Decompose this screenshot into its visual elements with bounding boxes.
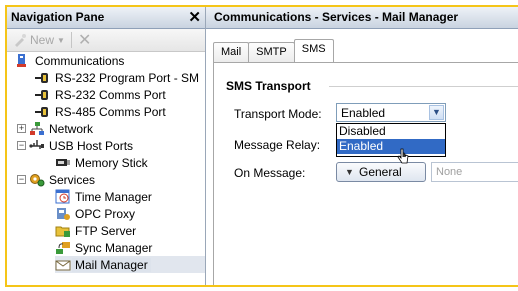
tree-item-memory-stick[interactable]: Memory Stick [55,154,148,171]
mouse-cursor-icon [397,148,409,164]
tree-item-network[interactable]: + Network [17,120,93,137]
general-button[interactable]: ▼ General [336,162,426,182]
sync-manager-icon [55,240,71,255]
usb-icon [29,138,45,153]
time-manager-icon [55,189,71,204]
transport-mode-label: Transport Mode: [234,107,322,121]
tab-mail[interactable]: Mail [213,42,250,62]
tree-item-sync-manager[interactable]: Sync Manager [55,239,152,256]
group-divider [329,86,518,87]
network-icon [29,121,45,136]
main-pane: Communications - Services - Mail Manager… [206,7,518,285]
option-enabled[interactable]: Enabled [337,139,445,154]
mail-manager-icon [55,257,71,272]
chevron-down-icon: ▼ [345,167,354,177]
transport-mode-select[interactable]: Enabled ▼ [336,103,446,122]
delete-button[interactable]: ✕ [78,30,91,50]
tree-item-label: Services [49,172,96,187]
toolbar-divider [70,32,72,48]
tree-item-ftp-server[interactable]: FTP Server [55,222,136,239]
memory-stick-icon [55,155,71,170]
collapse-icon[interactable]: − [17,141,26,150]
tree-item-label: Communications [35,53,125,68]
navigation-toolbar: New ▼ ✕ [7,29,205,52]
communications-icon [15,53,31,68]
ftp-server-icon [55,223,71,238]
message-relay-label: Message Relay: [234,138,321,152]
transport-mode-dropdown: Disabled Enabled [336,123,446,157]
navigation-pane-title: Navigation Pane [11,10,105,24]
navigation-pane: Navigation Pane ✕ New ▼ ✕ Communications [7,7,206,285]
close-icon[interactable]: ✕ [188,7,201,28]
tree-item-rs232-comms-port[interactable]: RS-232 Comms Port [35,86,166,103]
tree-item-rs485-comms-port[interactable]: RS-485 Comms Port [35,103,166,120]
navigation-tree: Communications RS-232 Program Port - SM … [7,52,205,285]
tree-item-label: USB Host Ports [49,138,134,153]
tree-item-label: FTP Server [75,223,137,238]
tree-item-label: Mail Manager [72,257,151,272]
tree-item-label: Memory Stick [75,155,148,170]
app-window: Navigation Pane ✕ New ▼ ✕ Communications [5,5,518,287]
chevron-down-icon[interactable]: ▼ [429,105,444,120]
navigation-pane-header: Navigation Pane ✕ [7,7,205,29]
tree-item-label: Sync Manager [75,240,153,255]
tab-smtp[interactable]: SMTP [248,42,295,62]
tree-item-opc-proxy[interactable]: OPC Proxy [55,205,135,222]
serial-port-icon [35,87,51,102]
on-message-target-field[interactable]: None [431,162,518,182]
tree-item-label: OPC Proxy [75,206,136,221]
page-title: Communications - Services - Mail Manager [206,7,518,29]
tree-item-label: Time Manager [75,189,152,204]
expand-icon[interactable]: + [17,124,26,133]
option-disabled[interactable]: Disabled [337,124,445,139]
tree-item-time-manager[interactable]: Time Manager [55,188,152,205]
collapse-icon[interactable]: − [17,175,26,184]
tree-item-label: RS-232 Program Port - SM [55,70,200,85]
tree-item-communications[interactable]: Communications [15,52,124,69]
serial-port-icon [35,70,51,85]
tree-item-rs232-program-port[interactable]: RS-232 Program Port - SM [35,69,199,86]
group-title: SMS Transport [226,79,311,93]
tree-item-services[interactable]: − Services [17,171,95,188]
tree-item-usb-host-ports[interactable]: − USB Host Ports [17,137,133,154]
tab-bar: Mail SMTP SMS [213,39,334,62]
tree-item-label: RS-232 Comms Port [55,87,166,102]
tree-item-label: RS-485 Comms Port [55,104,166,119]
tree-item-label: Network [49,121,94,136]
on-message-label: On Message: [234,166,306,180]
tab-sms[interactable]: SMS [293,39,334,62]
services-icon [29,172,45,187]
new-icon [15,34,26,47]
chevron-down-icon: ▼ [57,35,65,45]
opc-proxy-icon [55,206,71,221]
serial-port-icon [35,104,51,119]
new-button[interactable]: New [30,33,54,47]
tree-item-mail-manager[interactable]: Mail Manager [55,256,205,273]
transport-mode-value: Enabled [341,106,386,120]
